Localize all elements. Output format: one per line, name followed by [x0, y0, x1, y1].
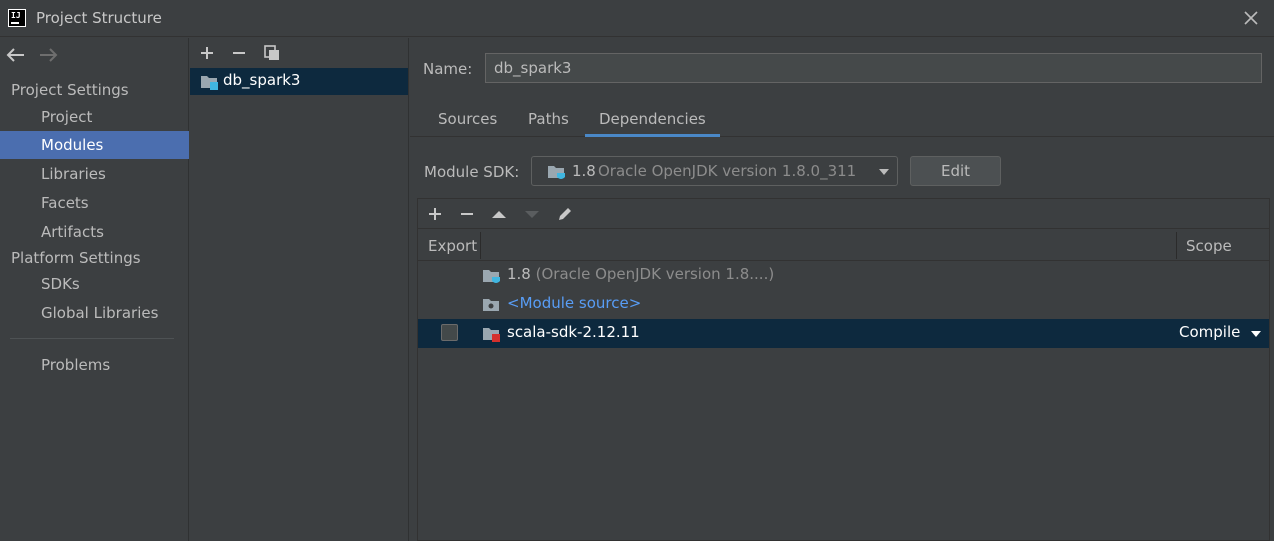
module-name-field[interactable]: db_spark3 — [485, 53, 1262, 83]
arrow-right-icon[interactable] — [37, 46, 59, 64]
dependency-label: scala-sdk-2.12.11 — [507, 323, 640, 341]
edit-sdk-button[interactable]: Edit — [910, 156, 1001, 186]
sdk-version: 1.8 — [572, 162, 596, 180]
module-item-label: db_spark3 — [223, 71, 301, 89]
title-bar: IJ Project Structure — [0, 0, 1274, 37]
nav-divider — [10, 338, 174, 339]
export-checkbox[interactable] — [441, 324, 458, 341]
dependencies-toolbar — [418, 199, 1269, 229]
jdk-folder-icon — [548, 166, 565, 179]
add-icon[interactable] — [426, 205, 444, 223]
module-source-folder-icon — [483, 299, 499, 311]
nav-item-global-libraries[interactable]: Global Libraries — [0, 299, 189, 327]
module-settings-panel: Name: db_spark3 Sources Paths Dependenci… — [410, 38, 1274, 541]
nav-item-facets[interactable]: Facets — [0, 189, 189, 217]
move-up-icon[interactable] — [490, 205, 508, 223]
dependencies-header: Export Scope — [418, 230, 1269, 261]
dependency-label: <Module source> — [507, 294, 642, 312]
intellij-idea-icon: IJ — [5, 6, 26, 27]
dependency-row-module-source[interactable]: <Module source> — [418, 290, 1269, 319]
settings-nav: Project Settings Project Modules Librari… — [0, 38, 189, 541]
scope-column-header[interactable]: Scope — [1186, 237, 1232, 255]
name-label: Name: — [423, 60, 473, 78]
edit-pencil-icon[interactable] — [556, 205, 574, 223]
scope-value[interactable]: Compile — [1179, 323, 1240, 341]
nav-item-libraries[interactable]: Libraries — [0, 160, 189, 188]
chevron-down-icon — [879, 169, 889, 175]
jdk-folder-icon — [483, 270, 500, 283]
close-icon[interactable] — [1242, 9, 1260, 27]
module-sdk-dropdown[interactable]: 1.8 Oracle OpenJDK version 1.8.0_311 — [531, 156, 898, 186]
nav-item-problems[interactable]: Problems — [0, 351, 189, 379]
module-sdk-label: Module SDK: — [424, 163, 520, 181]
tab-sources[interactable]: Sources — [438, 110, 497, 137]
add-icon[interactable] — [198, 44, 216, 62]
sdk-description: Oracle OpenJDK version 1.8.0_311 — [598, 162, 857, 180]
tab-dependencies[interactable]: Dependencies — [585, 110, 720, 137]
module-tabs: Sources Paths Dependencies — [410, 106, 1274, 137]
move-down-icon[interactable] — [523, 205, 541, 223]
nav-item-sdks[interactable]: SDKs — [0, 270, 189, 298]
chevron-down-icon[interactable] — [1251, 331, 1261, 337]
remove-icon[interactable] — [458, 205, 476, 223]
column-divider — [1176, 232, 1177, 259]
nav-item-artifacts[interactable]: Artifacts — [0, 218, 189, 246]
nav-item-modules[interactable]: Modules — [0, 131, 189, 159]
export-column-header[interactable]: Export — [428, 237, 477, 255]
nav-item-project[interactable]: Project — [0, 103, 189, 131]
module-folder-icon — [201, 76, 218, 90]
arrow-left-icon[interactable] — [5, 46, 27, 64]
platform-settings-header: Platform Settings — [11, 249, 141, 267]
window-title: Project Structure — [36, 9, 162, 27]
modules-list-panel: db_spark3 — [190, 38, 409, 541]
dependencies-table: Export Scope 1.8 (Oracle OpenJDK version… — [417, 198, 1270, 541]
module-item-db-spark3[interactable]: db_spark3 — [190, 68, 408, 95]
remove-icon[interactable] — [230, 44, 248, 62]
project-settings-header: Project Settings — [11, 81, 129, 99]
dependency-row-scala-sdk[interactable]: scala-sdk-2.12.11 Compile — [418, 319, 1269, 348]
dependency-label: 1.8 (Oracle OpenJDK version 1.8....) — [507, 265, 775, 283]
tab-paths[interactable]: Paths — [528, 110, 569, 137]
copy-icon[interactable] — [263, 44, 281, 62]
column-divider — [480, 232, 481, 259]
library-icon — [483, 328, 500, 342]
dependency-row-jdk[interactable]: 1.8 (Oracle OpenJDK version 1.8....) — [418, 261, 1269, 290]
